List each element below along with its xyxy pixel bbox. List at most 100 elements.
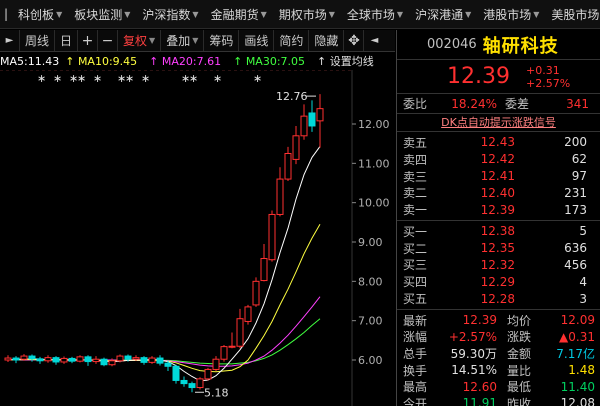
zoom-out-button[interactable]: − (98, 30, 119, 51)
candle-up (316, 108, 324, 122)
stats-v2: 12.08 (560, 396, 595, 406)
overlay-label: 叠加 (166, 34, 191, 48)
nav-item-8[interactable]: 港股市场 ▼ (477, 0, 545, 28)
stats-l2: 最低 (507, 380, 532, 395)
candle-up (292, 135, 300, 160)
candle-up (260, 258, 268, 282)
sells-row[interactable]: 卖四 12.42 62 (397, 151, 600, 168)
ma30-label: ↑ MA30:7.05 (233, 54, 306, 68)
hide-button[interactable]: 隐藏 (309, 30, 345, 51)
dk-signal-label: DK点自动提示涨跌信号 (441, 116, 556, 129)
ma10-value: MA10:9.45 (77, 54, 138, 68)
candle-down (124, 355, 132, 360)
y-tick-label: 9.00 (358, 236, 383, 249)
candle-down (36, 358, 44, 362)
buys-row[interactable]: 买一 12.38 5 (397, 223, 600, 240)
stats-l1: 最高 (403, 380, 428, 395)
stats-l1: 涨幅 (403, 330, 428, 345)
stats-l1: 今开 (403, 396, 428, 406)
chevron-down-icon: ▼ (533, 9, 540, 19)
candle-up (196, 378, 204, 389)
chevron-down-icon: ▼ (192, 9, 199, 19)
zoom-in-button[interactable]: + (78, 30, 99, 51)
buys-price: 12.29 (480, 274, 515, 289)
kline-svg: 12.00 11.00 10.00 9.00 8.00 7.00 6.00 ∗ ∗ ∗ ∗ ∗ ∗ ∗ ∗ ∗… (0, 70, 390, 406)
stats-v1: 14.51% (451, 363, 497, 378)
signal-marker: ∗ (93, 72, 102, 85)
nav-label: 沪深港通 (415, 7, 464, 22)
overlay-dropdown[interactable]: 叠加 ▼ (161, 30, 205, 51)
nav-label: 金融期货 (210, 7, 259, 22)
candle-down (164, 362, 172, 367)
last-price: 12.39 (447, 64, 510, 89)
stats-l1: 换手 (403, 363, 428, 378)
candle-down (188, 383, 196, 389)
candle-down (140, 357, 148, 363)
buys-row[interactable]: 买四 12.29 4 (397, 273, 600, 290)
weekly-button[interactable]: 周线 (20, 30, 56, 51)
stats-v2: 7.17亿 (556, 346, 595, 361)
nav-item-6[interactable]: 全球市场 ▼ (341, 0, 409, 28)
candle-up (236, 318, 244, 347)
signal-marker: ∗ (77, 72, 86, 85)
y-tick-label: 11.00 (358, 157, 390, 170)
stats-l2: 均价 (507, 313, 532, 328)
buys-row[interactable]: 买五 12.28 3 (397, 290, 600, 307)
stock-header: 002046 轴研科技 (397, 30, 600, 60)
buys-label: 买五 (403, 292, 428, 307)
candle-down (84, 356, 92, 363)
ma5-line (7, 146, 321, 382)
buys-price: 12.35 (480, 241, 515, 256)
nav-item-9[interactable]: 美股市场▼ (545, 0, 600, 28)
draw-button[interactable]: 画线 (239, 30, 275, 51)
nav-label: 期权市场 (278, 7, 327, 22)
sells-price: 12.42 (480, 152, 515, 167)
collapse-icon[interactable]: ◄ (364, 30, 384, 51)
candle-up (268, 213, 276, 261)
chip-button[interactable]: 筹码 (204, 30, 240, 51)
buy-book: 买一 12.38 5 买二 12.35 636 买三 12.32 456 买四 12.29 4 买五 12… (397, 221, 600, 310)
dk-signal-link[interactable]: DK点自动提示涨跌信号 (397, 114, 600, 132)
nav-item-7[interactable]: 沪深港通 ▼ (409, 0, 477, 28)
expand-icon[interactable]: ✥ (344, 30, 365, 51)
stats-v1: 12.39 (462, 313, 497, 328)
chevron-down-icon: ▼ (328, 9, 335, 19)
candle-up (116, 355, 124, 362)
nav-item-2[interactable]: 板块监测 ▼ (68, 0, 136, 28)
buys-price: 12.28 (480, 291, 515, 306)
sells-row[interactable]: 卖五 12.43 200 (397, 134, 600, 151)
change-percent: +2.57% (525, 76, 571, 90)
nav-item-4[interactable]: 金融期货 ▼ (205, 0, 273, 28)
sells-row[interactable]: 卖二 12.40 231 (397, 184, 600, 201)
daily-button[interactable]: 日 (55, 30, 79, 51)
nav-label: 港股市场 (483, 7, 532, 22)
candle-down (172, 365, 180, 381)
y-tick-label: 12.00 (358, 118, 390, 131)
nav-item-partial[interactable]: | (0, 0, 12, 28)
buys-vol: 4 (579, 274, 587, 289)
nav-label: 全球市场 (346, 7, 395, 22)
nav-label: 板块监测 (74, 7, 123, 22)
simple-button[interactable]: 简约 (274, 30, 310, 51)
buys-vol: 3 (579, 291, 587, 306)
sells-row[interactable]: 卖一 12.39 173 (397, 201, 600, 218)
chevron-down-icon: ▼ (396, 9, 404, 19)
buys-row[interactable]: 买二 12.35 636 (397, 240, 600, 257)
nav-item-3[interactable]: 沪深指数 ▼ (136, 0, 204, 28)
adjust-dropdown[interactable]: 复权 ▼ (118, 30, 162, 51)
buys-row[interactable]: 买三 12.32 456 (397, 257, 600, 274)
candle-up (252, 280, 260, 306)
signal-marker: ∗ (125, 72, 134, 85)
ratio-value: 18.24% (451, 96, 497, 111)
chevron-down-icon: ▼ (192, 36, 199, 45)
prev-icon[interactable]: ► (0, 30, 20, 51)
sells-row[interactable]: 卖三 12.41 97 (397, 168, 600, 185)
nav-item-5[interactable]: 期权市场 ▼ (273, 0, 341, 28)
kline-chart[interactable]: 12.00 11.00 10.00 9.00 8.00 7.00 6.00 ∗ ∗ ∗ ∗ ∗ ∗ ∗ ∗ ∗… (0, 70, 395, 406)
ma-settings-link[interactable]: ↑ 设置均线 (317, 53, 380, 69)
candle-up (60, 357, 68, 363)
nav-item-1[interactable]: 科创板 ▼ (12, 0, 68, 28)
ma20-label: ↑ MA20:7.61 (149, 54, 222, 68)
diff-label: 委差 (505, 97, 530, 111)
candle-up (132, 357, 140, 360)
